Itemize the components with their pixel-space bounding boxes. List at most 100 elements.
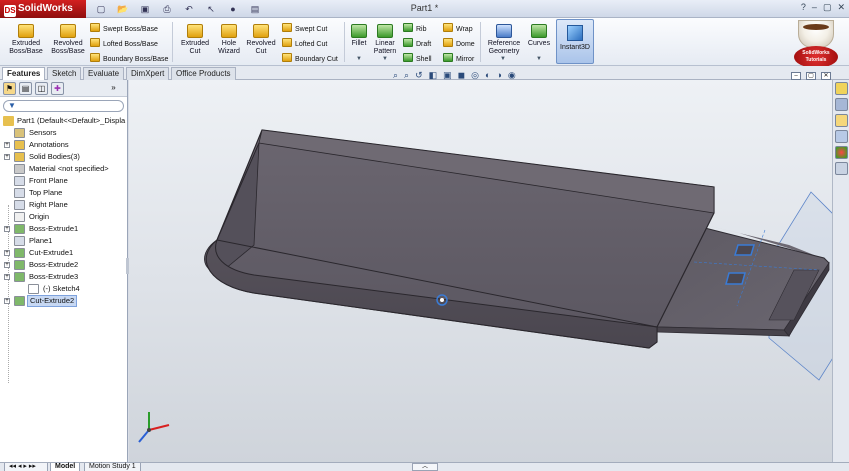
tree-item[interactable]: + Boss-Extrude2 [0,259,127,271]
reference-geometry-button[interactable]: Reference Geometry [484,24,524,56]
new-icon[interactable]: ▢ [92,2,110,16]
tree-item[interactable]: Top Plane [0,187,127,199]
revolved-boss-button[interactable]: Revolved Boss/Base [48,24,88,56]
usb-drive-body[interactable] [204,129,715,349]
tab-features[interactable]: Features [2,67,46,80]
fillet-button[interactable]: Fillet [348,24,370,48]
extruded-cut-button[interactable]: Extruded Cut [176,24,214,56]
pattern-dropdown-icon[interactable]: ▼ [382,56,388,62]
feature-manager-tab-icon[interactable]: ⚑ [3,81,16,95]
fillet-dropdown-icon[interactable]: ▼ [356,56,362,62]
swept-boss-button[interactable]: Swept Boss/Base [90,23,158,34]
tree-item[interactable]: Sensors [0,127,127,139]
tree-filter-input[interactable]: ▼ [3,100,124,112]
tree-item[interactable]: + Boss-Extrude1 [0,223,127,235]
rib-button[interactable]: Rib [403,23,427,34]
tree-item[interactable]: + Boss-Extrude3 [0,271,127,283]
doc-minimize-icon[interactable]: – [791,72,801,80]
appearances-icon[interactable] [835,146,848,159]
tree-item[interactable]: + Annotations [0,139,127,151]
cut-extrude2-hole-2[interactable] [725,272,746,285]
mirror-button[interactable]: Mirror [443,53,474,64]
property-manager-tab-icon[interactable]: ▤ [19,81,32,95]
doc-restore-icon[interactable]: ▢ [806,72,816,80]
cut-extrude2-hole-1[interactable] [733,244,756,256]
tree-item-label: Right Plane [29,200,68,209]
resources-icon[interactable] [835,82,848,95]
tree-item[interactable]: Plane1 [0,235,127,247]
tree-item[interactable]: + Cut-Extrude1 [0,247,127,259]
revolved-cut-button[interactable]: Revolved Cut [243,24,279,56]
ribbon-divider [172,22,173,62]
maximize-icon[interactable]: ▢ [823,2,832,13]
tree-item[interactable]: Material <not specified> [0,163,127,175]
hole-wizard-button[interactable]: Hole Wizard [214,24,244,56]
tab-model[interactable]: Model [50,463,81,471]
print-icon[interactable]: ⎙ [158,2,176,16]
tab-evaluate[interactable]: Evaluate [83,67,125,80]
expand-toggle-icon[interactable]: + [4,274,10,280]
tree-item[interactable]: Right Plane [0,199,127,211]
tab-sketch[interactable]: Sketch [47,67,82,80]
boundary-cut-button[interactable]: Boundary Cut [282,53,338,64]
help-icon[interactable]: ? [801,2,806,13]
file-explorer-icon[interactable] [835,114,848,127]
app-logo[interactable]: DS SolidWorks [0,0,86,18]
boss-extrude-icon [14,272,25,282]
options-icon[interactable]: ▤ [246,2,264,16]
instant3d-button[interactable]: Instant3D [556,19,594,64]
open-icon[interactable]: 📂 [114,2,132,16]
wrap-button[interactable]: Wrap [443,23,473,34]
tree-item[interactable]: Front Plane [0,175,127,187]
view-palette-icon[interactable] [835,130,848,143]
tab-dimxpert[interactable]: DimXpert [126,67,170,80]
reference-geometry-dropdown-icon[interactable]: ▼ [500,56,506,62]
expand-toggle-icon[interactable]: + [4,142,10,148]
expand-toggle-icon[interactable]: + [4,298,10,304]
tree-root-part[interactable]: Part1 (Default<<Default>_Displa [0,115,127,127]
lofted-boss-label: Lofted Boss/Base [103,41,158,48]
tree-item[interactable]: Origin [0,211,127,223]
design-library-icon[interactable] [835,98,848,111]
close-icon[interactable]: ✕ [837,2,845,13]
tree-item[interactable]: + Solid Bodies(3) [0,151,127,163]
select-icon[interactable]: ↖ [202,2,220,16]
expand-toggle-icon[interactable]: + [4,262,10,268]
sensors-icon [14,128,25,138]
mirror-icon [443,53,453,62]
panel-expand-icon[interactable]: » [107,82,120,95]
tab-motion-study[interactable]: Motion Study 1 [84,463,141,471]
curves-button[interactable]: Curves [526,24,552,48]
rebuild-icon[interactable]: ● [224,2,242,16]
swept-cut-button[interactable]: Swept Cut [282,23,327,34]
tutorials-badge: SolidWorks Tutorials [794,46,838,68]
motion-manager-toggle[interactable]: ︿ [412,463,438,471]
boundary-boss-button[interactable]: Boundary Boss/Base [90,53,168,64]
linear-pattern-button[interactable]: Linear Pattern [370,24,400,56]
configuration-manager-tab-icon[interactable]: ◫ [35,81,48,95]
dome-button[interactable]: Dome [443,38,475,49]
tree-item[interactable]: (-) Sketch4 [0,283,127,295]
bottom-nav-arrows[interactable]: ◂◂ ◂ ▸ ▸▸ [4,463,48,471]
expand-toggle-icon[interactable]: + [4,250,10,256]
dimxpert-manager-tab-icon[interactable]: ✚ [51,81,64,95]
expand-toggle-icon[interactable]: + [4,226,10,232]
undo-icon[interactable]: ↶ [180,2,198,16]
graphics-area[interactable] [129,80,832,462]
ribbon-divider [480,22,481,62]
ribbon-divider [344,22,345,62]
shell-button[interactable]: Shell [403,53,432,64]
tab-office-products[interactable]: Office Products [171,67,236,80]
expand-toggle-icon[interactable]: + [4,154,10,160]
curves-dropdown-icon[interactable]: ▼ [536,56,542,62]
lofted-boss-button[interactable]: Lofted Boss/Base [90,38,158,49]
draft-button[interactable]: Draft [403,38,431,49]
custom-properties-icon[interactable] [835,162,848,175]
extruded-boss-button[interactable]: Extruded Boss/Base [6,24,46,56]
minimize-icon[interactable]: – [812,2,817,13]
save-icon[interactable]: ▣ [136,2,154,16]
doc-close-icon[interactable]: ✕ [821,72,831,80]
rib-label: Rib [416,26,427,33]
tree-item[interactable]: + Cut-Extrude2 [0,295,127,307]
lofted-cut-button[interactable]: Lofted Cut [282,38,327,49]
